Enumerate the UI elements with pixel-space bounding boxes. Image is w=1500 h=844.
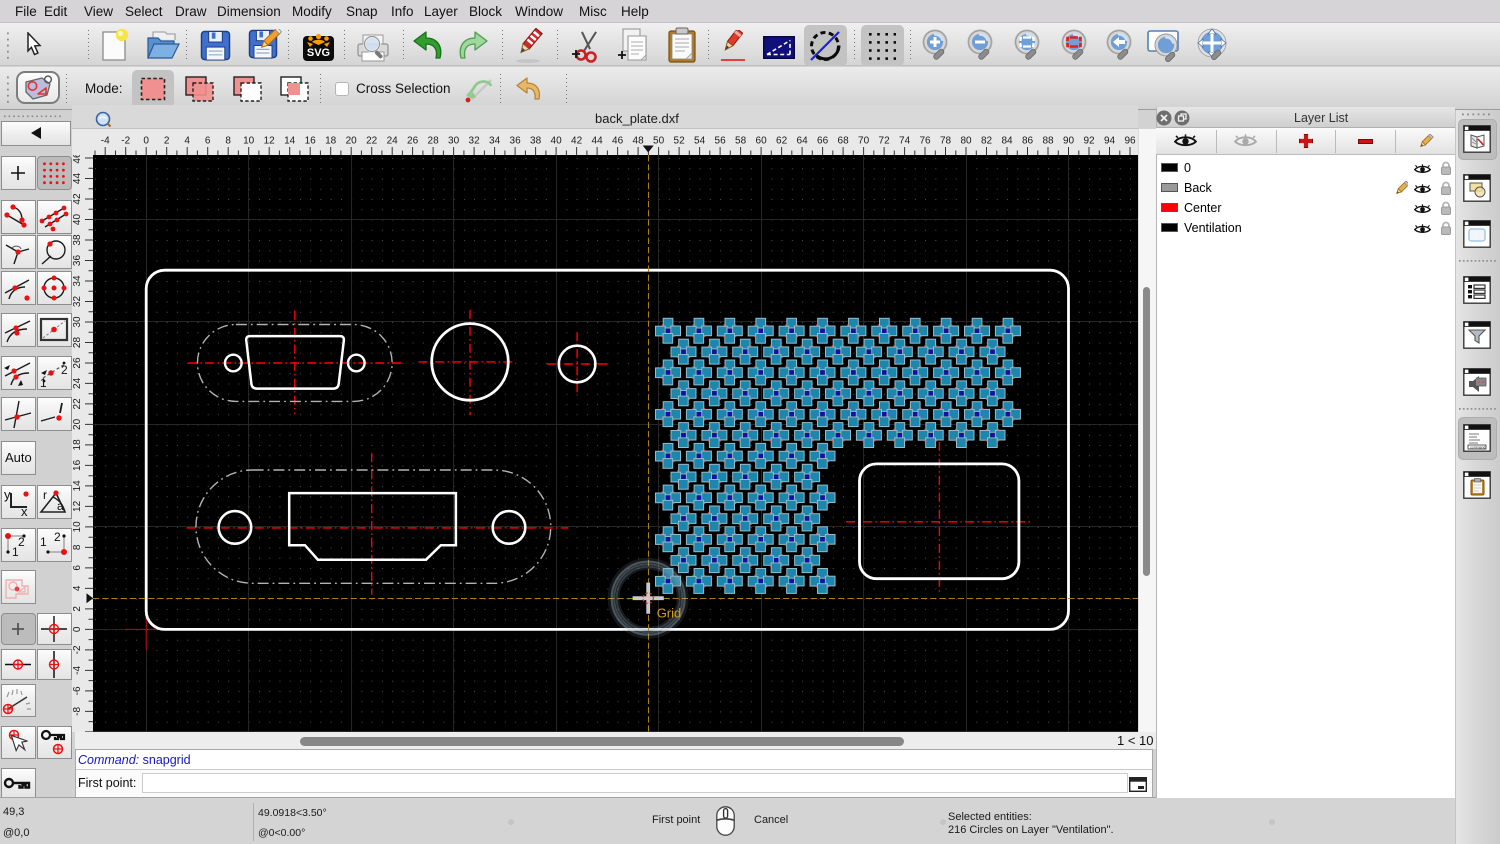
svg-text:88: 88 — [1042, 136, 1054, 147]
svg-text:44: 44 — [72, 173, 83, 185]
svg-text:22: 22 — [72, 398, 83, 410]
svg-text:8: 8 — [225, 136, 231, 147]
svg-text:26: 26 — [407, 136, 419, 147]
svg-text:26: 26 — [72, 357, 83, 369]
svg-text:68: 68 — [838, 136, 850, 147]
svg-text:24: 24 — [72, 377, 83, 389]
svg-text:0: 0 — [143, 136, 149, 147]
svg-text:92: 92 — [1083, 136, 1095, 147]
svg-text:30: 30 — [448, 136, 460, 147]
svg-text:74: 74 — [899, 136, 911, 147]
svg-text:20: 20 — [72, 418, 83, 430]
svg-text:12: 12 — [72, 500, 83, 512]
svg-text:16: 16 — [305, 136, 317, 147]
svg-text:36: 36 — [510, 136, 522, 147]
svg-text:66: 66 — [817, 136, 829, 147]
svg-text:40: 40 — [551, 136, 563, 147]
svg-text:50: 50 — [653, 136, 665, 147]
svg-text:52: 52 — [674, 136, 686, 147]
svg-text:4: 4 — [184, 136, 190, 147]
svg-text:86: 86 — [1022, 136, 1034, 147]
svg-text:2: 2 — [54, 530, 61, 544]
svg-text:78: 78 — [940, 136, 952, 147]
svg-text:46: 46 — [612, 136, 624, 147]
svg-text:76: 76 — [919, 136, 931, 147]
svg-text:30: 30 — [72, 316, 83, 328]
svg-text:34: 34 — [489, 136, 501, 147]
svg-text:28: 28 — [72, 337, 83, 349]
svg-text:10: 10 — [243, 136, 255, 147]
svg-text:44: 44 — [592, 136, 604, 147]
svg-text:6: 6 — [205, 136, 211, 147]
svg-text:34: 34 — [72, 275, 83, 287]
svg-text:2: 2 — [61, 363, 68, 377]
svg-text:64: 64 — [797, 136, 809, 147]
svg-text:SVG: SVG — [307, 47, 330, 59]
svg-text:1: 1 — [40, 535, 47, 549]
svg-text:-4: -4 — [72, 666, 83, 675]
svg-text:a: a — [57, 499, 64, 513]
svg-text:8: 8 — [72, 544, 83, 550]
svg-text:60: 60 — [756, 136, 768, 147]
svg-text:40: 40 — [72, 214, 83, 226]
svg-text:-2: -2 — [72, 645, 83, 654]
svg-text:38: 38 — [72, 234, 83, 246]
svg-text:16: 16 — [72, 459, 83, 471]
svg-text:20: 20 — [346, 136, 358, 147]
svg-text:2: 2 — [164, 136, 170, 147]
svg-text:1: 1 — [40, 376, 47, 390]
svg-text:94: 94 — [1104, 136, 1116, 147]
svg-text:y: y — [4, 487, 11, 502]
svg-text:54: 54 — [694, 136, 706, 147]
svg-text:80: 80 — [960, 136, 972, 147]
svg-text:2: 2 — [72, 606, 83, 612]
svg-text:-8: -8 — [72, 707, 83, 716]
svg-text:24: 24 — [387, 136, 399, 147]
svg-text:12: 12 — [264, 136, 276, 147]
svg-text:0: 0 — [72, 626, 83, 632]
svg-text:32: 32 — [72, 296, 83, 308]
svg-text:32: 32 — [469, 136, 481, 147]
svg-text:r: r — [43, 488, 47, 502]
svg-text:48: 48 — [633, 136, 645, 147]
svg-text:-2: -2 — [121, 136, 130, 147]
svg-text:62: 62 — [776, 136, 788, 147]
svg-text:Grid: Grid — [657, 606, 682, 621]
svg-text:58: 58 — [735, 136, 747, 147]
svg-text:22: 22 — [366, 136, 378, 147]
svg-text:18: 18 — [72, 439, 83, 451]
svg-text:-6: -6 — [72, 686, 83, 695]
svg-text:10: 10 — [72, 521, 83, 533]
svg-text:command: command — [1470, 446, 1485, 450]
svg-text:2: 2 — [18, 535, 25, 549]
svg-text:56: 56 — [715, 136, 727, 147]
svg-text:14: 14 — [72, 480, 83, 492]
svg-text:28: 28 — [428, 136, 440, 147]
svg-text:82: 82 — [981, 136, 993, 147]
svg-text:42: 42 — [72, 193, 83, 205]
svg-text:18: 18 — [325, 136, 337, 147]
svg-text:38: 38 — [530, 136, 542, 147]
svg-text:6: 6 — [72, 565, 83, 571]
svg-text:96: 96 — [1124, 136, 1136, 147]
svg-text:-4: -4 — [101, 136, 110, 147]
svg-text:84: 84 — [1001, 136, 1013, 147]
svg-text:x: x — [21, 504, 28, 519]
svg-text:36: 36 — [72, 255, 83, 267]
svg-text:72: 72 — [879, 136, 891, 147]
svg-text:14: 14 — [284, 136, 296, 147]
svg-text:90: 90 — [1063, 136, 1075, 147]
svg-text:42: 42 — [571, 136, 583, 147]
svg-text:70: 70 — [858, 136, 870, 147]
svg-text:4: 4 — [72, 585, 83, 591]
